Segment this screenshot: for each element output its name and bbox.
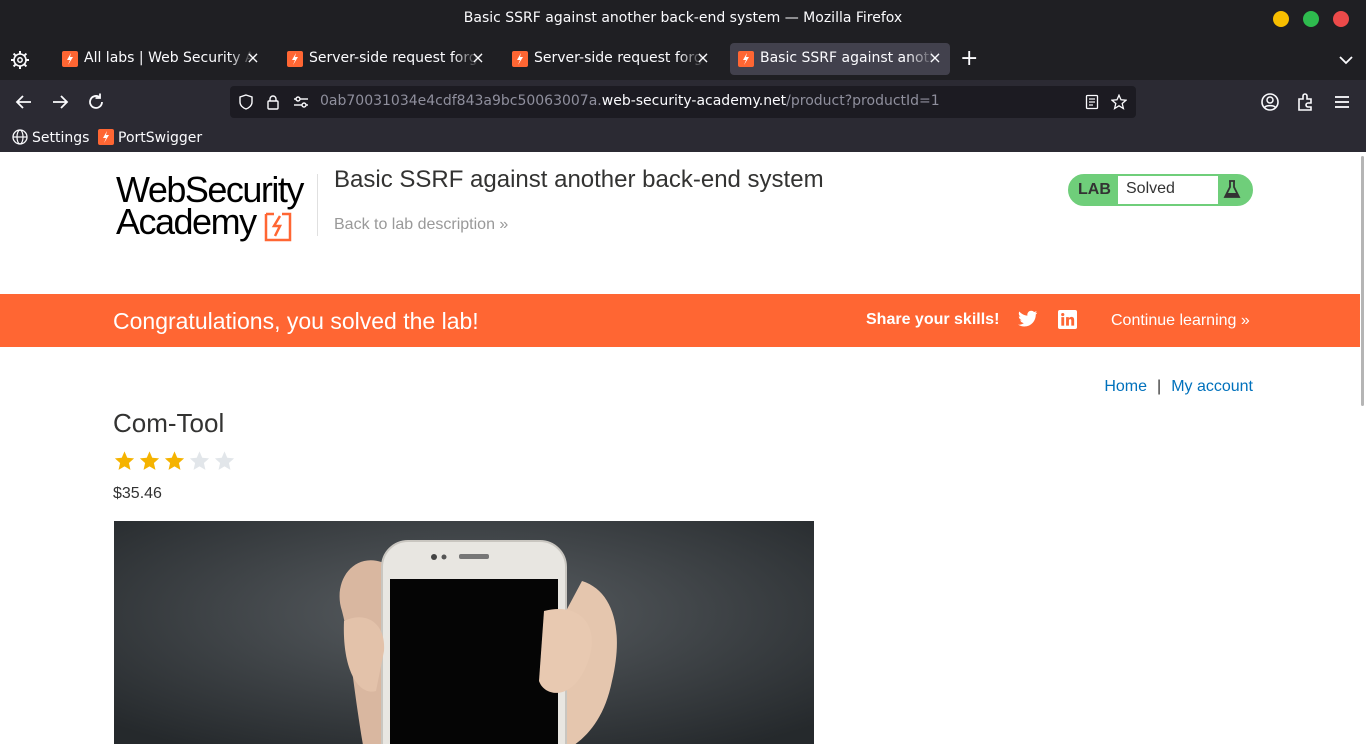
url-text[interactable]: 0ab70031034e4cdf843a9bc50063007a.web-sec… <box>320 93 940 109</box>
bookmark-label: PortSwigger <box>118 130 203 146</box>
tab-label: Server-side request forgery <box>309 50 479 66</box>
url-path: /product?productId=1 <box>786 93 940 109</box>
portswigger-icon <box>98 129 114 145</box>
scrollbar-thumb[interactable] <box>1361 156 1364 406</box>
solved-banner: Congratulations, you solved the lab! Sha… <box>0 294 1366 347</box>
portswigger-icon <box>62 51 78 67</box>
bookmark-settings[interactable]: Settings <box>12 129 89 146</box>
lab-status-label: LAB <box>1078 181 1111 198</box>
window-titlebar: Basic SSRF against another back-end syst… <box>0 0 1366 38</box>
star-filled-icon <box>114 451 135 470</box>
star-filled-icon <box>139 451 160 470</box>
product-rating <box>113 450 238 474</box>
url-subdomain: 0ab70031034e4cdf843a9bc50063007a. <box>320 93 602 109</box>
page-scrollbar[interactable] <box>1360 152 1366 744</box>
portswigger-icon <box>512 51 528 67</box>
close-window-button[interactable] <box>1333 11 1349 27</box>
share-label: Share your skills! <box>866 311 1000 328</box>
my-account-link[interactable]: My account <box>1171 378 1253 395</box>
nav-separator: | <box>1157 378 1162 395</box>
close-icon[interactable]: × <box>694 49 712 67</box>
linkedin-icon[interactable] <box>1058 310 1077 329</box>
flask-icon <box>1223 180 1241 198</box>
web-security-academy-logo[interactable]: WebSecurity Academy <box>114 170 314 246</box>
chevron-down-icon[interactable] <box>1336 50 1356 70</box>
lab-status-widget: LAB Solved <box>1068 174 1253 206</box>
back-to-lab-description-link[interactable]: Back to lab description » <box>334 216 508 234</box>
twitter-icon[interactable] <box>1018 310 1038 328</box>
close-icon[interactable]: × <box>469 49 487 67</box>
congratulations-message: Congratulations, you solved the lab! <box>113 308 479 334</box>
bookmark-label: Settings <box>32 130 90 146</box>
product-image <box>114 521 814 744</box>
lab-title: Basic SSRF against another back-end syst… <box>334 166 824 193</box>
forward-arrow-icon[interactable] <box>49 91 71 113</box>
home-link[interactable]: Home <box>1104 378 1147 395</box>
back-arrow-icon[interactable] <box>13 91 35 113</box>
tab-strip: All labs | Web Security Academy × Server… <box>0 38 1366 80</box>
shield-icon[interactable] <box>238 94 254 110</box>
navigation-toolbar: 0ab70031034e4cdf843a9bc50063007a.web-sec… <box>0 80 1366 124</box>
tab-label: Basic SSRF against another back-end syst… <box>760 50 934 66</box>
bookmark-star-icon[interactable] <box>1111 94 1127 110</box>
logo-bolt-icon <box>264 212 292 242</box>
bookmarks-toolbar: Settings PortSwigger <box>0 124 1366 152</box>
close-icon[interactable]: × <box>926 49 944 67</box>
product-price: $35.46 <box>113 485 162 502</box>
url-host: web-security-academy.net <box>601 93 787 109</box>
portswigger-icon <box>287 51 303 67</box>
tab-ssrf-1[interactable]: Server-side request forgery × <box>279 43 493 75</box>
extensions-icon[interactable] <box>1295 91 1317 113</box>
reload-icon[interactable] <box>85 91 107 113</box>
gear-icon[interactable] <box>10 50 30 70</box>
portswigger-icon <box>738 51 754 67</box>
logo-line-2: Academy <box>116 201 257 242</box>
maximize-button[interactable] <box>1303 11 1319 27</box>
reader-view-icon[interactable] <box>1084 94 1100 110</box>
header-divider <box>317 174 318 236</box>
window-title: Basic SSRF against another back-end syst… <box>463 10 903 26</box>
account-icon[interactable] <box>1259 91 1281 113</box>
star-empty-icon <box>214 451 235 470</box>
minimize-button[interactable] <box>1273 11 1289 27</box>
globe-icon <box>12 129 28 145</box>
address-bar[interactable]: 0ab70031034e4cdf843a9bc50063007a.web-sec… <box>230 86 1136 118</box>
star-filled-icon <box>164 451 185 470</box>
product-title: Com-Tool <box>113 408 225 438</box>
tab-all-labs[interactable]: All labs | Web Security Academy × <box>54 43 268 75</box>
tab-ssrf-2[interactable]: Server-side request forgery × <box>504 43 718 75</box>
lab-status-value: Solved <box>1118 176 1218 204</box>
bookmark-portswigger[interactable]: PortSwigger <box>98 129 202 146</box>
lock-icon[interactable] <box>265 94 281 110</box>
continue-learning-link[interactable]: Continue learning » <box>1111 312 1250 330</box>
tab-label: All labs | Web Security Academy <box>84 50 254 66</box>
star-empty-icon <box>189 451 210 470</box>
tab-label: Server-side request forgery <box>534 50 704 66</box>
new-tab-button[interactable]: + <box>960 48 978 70</box>
close-icon[interactable]: × <box>244 49 262 67</box>
site-nav: Home | My account <box>1104 378 1253 396</box>
page-content: WebSecurity Academy Basic SSRF against a… <box>0 152 1366 744</box>
menu-icon[interactable] <box>1331 91 1353 113</box>
permissions-icon[interactable] <box>293 94 309 110</box>
tab-basic-ssrf[interactable]: Basic SSRF against another back-end syst… <box>730 43 950 75</box>
